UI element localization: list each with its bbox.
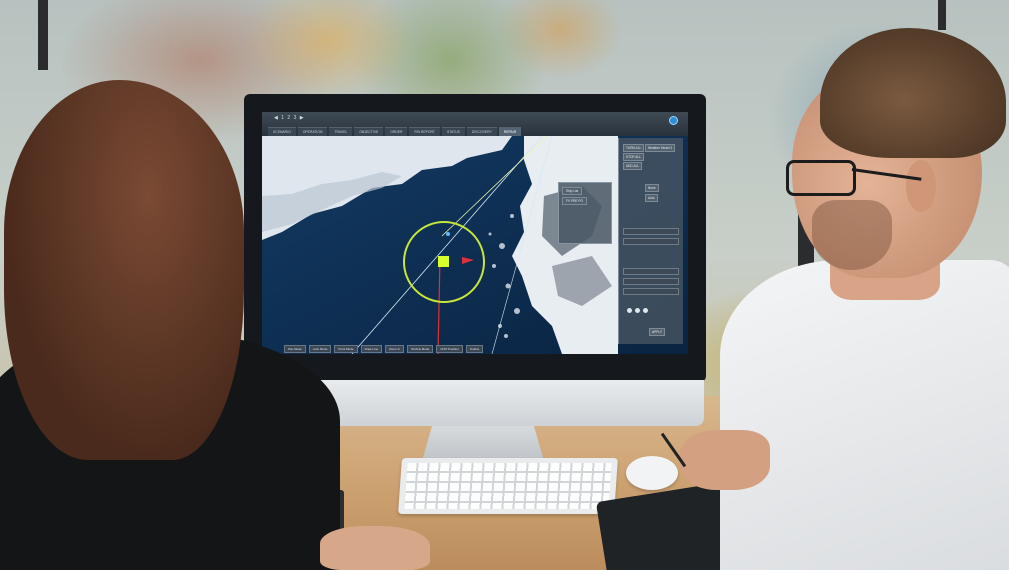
auto-dropdown[interactable]: Auto	[645, 194, 658, 202]
app-logo-icon	[669, 116, 678, 125]
stop-all-button[interactable]: STOP ALL	[623, 153, 644, 161]
tab-bar: SCENARIO OPERATION TRAVEL OBJECTIVE ORDE…	[268, 127, 522, 136]
add-all-button[interactable]: ADD ALL	[623, 162, 643, 170]
draw-line-button[interactable]: Draw Line	[360, 345, 383, 353]
panel-field[interactable]	[623, 228, 679, 235]
zoom-in-button[interactable]: Zoom In	[385, 345, 405, 353]
apply-button[interactable]: APPLY	[649, 328, 666, 336]
tab-objective[interactable]: OBJECTIVE	[354, 127, 384, 136]
woman-hand	[320, 526, 430, 570]
tab-operation[interactable]: OPERATION	[297, 127, 328, 136]
tab-discovery[interactable]: DISCOVERY	[466, 127, 497, 136]
woman-hair	[4, 80, 244, 460]
control-panel: TURN ALL STOP ALL ADD ALL Weather Model …	[618, 138, 683, 344]
man-ear	[906, 160, 936, 212]
photo-scene: ◀ 1 2 3 ▶ SCENARIO OPERATION TRAVEL OBJE…	[0, 0, 1009, 570]
window-frame	[938, 0, 946, 30]
app-header: ◀ 1 2 3 ▶ SCENARIO OPERATION TRAVEL OBJE…	[262, 112, 688, 136]
tab-scenario[interactable]: SCENARIO	[268, 127, 296, 136]
panel-field[interactable]	[623, 288, 679, 295]
scale-mode-button[interactable]: SCALE Mode	[407, 345, 434, 353]
man-shirt	[720, 260, 1009, 570]
stop-icon[interactable]	[643, 308, 648, 313]
pager[interactable]: ◀ 1 2 3 ▶	[274, 115, 305, 121]
panel-field[interactable]	[623, 238, 679, 245]
outline-button[interactable]: Outline	[465, 345, 484, 353]
keyboard	[398, 458, 618, 514]
weather-dropdown[interactable]: Weather Model 2	[645, 144, 676, 152]
play-icon[interactable]	[627, 308, 632, 313]
glasses	[786, 160, 856, 196]
keyboard-keys	[404, 463, 612, 509]
lock-mode-button[interactable]: Lock Mode	[308, 345, 332, 353]
tab-repair[interactable]: REPAIR	[498, 127, 522, 136]
target-marker[interactable]	[438, 256, 449, 267]
point-mode-button[interactable]: Point Mode	[334, 345, 358, 353]
mouse	[626, 456, 678, 490]
panel-field[interactable]	[623, 268, 679, 275]
ship-list-window: Ship List FV PRE PO	[558, 182, 612, 244]
ship-select[interactable]: FV PRE PO	[562, 197, 588, 205]
pause-icon[interactable]	[635, 308, 640, 313]
panel-field[interactable]	[623, 278, 679, 285]
monitor-screen: ◀ 1 2 3 ▶ SCENARIO OPERATION TRAVEL OBJE…	[262, 112, 688, 354]
window-title: Ship List	[562, 187, 583, 195]
waypoint-dot	[446, 232, 450, 236]
map-toolbar: Pan Mode Lock Mode Point Mode Draw Line …	[284, 345, 484, 353]
man-hand	[680, 430, 770, 490]
tab-fin-report[interactable]: FIN REPORT	[409, 127, 440, 136]
tab-status[interactable]: STATUS	[441, 127, 465, 136]
tab-travel[interactable]: TRAVEL	[329, 127, 353, 136]
man-beard	[812, 200, 892, 270]
window-frame	[38, 0, 48, 70]
unit-position-button[interactable]: UNIT Position	[436, 345, 463, 353]
tab-order[interactable]: ORDER	[385, 127, 408, 136]
turn-all-button[interactable]: TURN ALL	[623, 144, 645, 152]
mode-dropdown[interactable]: None	[645, 184, 659, 192]
pan-mode-button[interactable]: Pan Mode	[284, 345, 306, 353]
